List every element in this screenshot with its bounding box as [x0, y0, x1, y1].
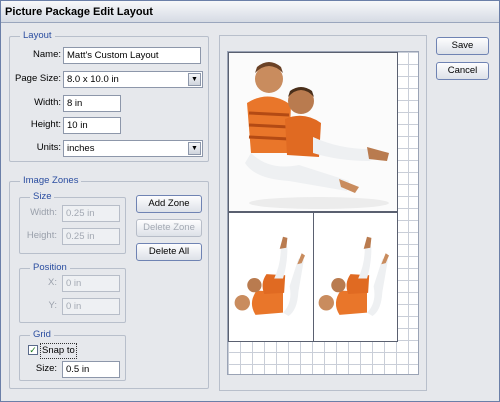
name-field[interactable]: Matt's Custom Layout	[63, 47, 201, 64]
cancel-button[interactable]: Cancel	[436, 62, 489, 80]
save-button[interactable]: Save	[436, 37, 489, 55]
children-photo-rotated	[314, 213, 397, 341]
snap-label[interactable]: Snap to	[40, 343, 77, 359]
zone-width-label: Width:	[30, 207, 57, 218]
zone-height-label: Height:	[26, 230, 57, 241]
x-label: X:	[48, 277, 57, 288]
height-field[interactable]: 10 in	[63, 117, 121, 134]
grid-size-label: Size:	[35, 363, 57, 374]
dialog-title: Picture Package Edit Layout	[1, 1, 499, 23]
image-zone-small-left[interactable]	[228, 212, 314, 342]
size-subgroup-label: Size	[30, 191, 55, 202]
delete-zone-button[interactable]: Delete Zone	[136, 219, 202, 237]
add-zone-button[interactable]: Add Zone	[136, 195, 202, 213]
units-select[interactable]: inches ▼	[63, 140, 203, 157]
page-size-value: 8.0 x 10.0 in	[67, 74, 119, 85]
children-photo-rotated	[229, 213, 313, 341]
layout-group-label: Layout	[20, 30, 55, 41]
chevron-down-icon[interactable]: ▼	[188, 73, 201, 86]
delete-all-button[interactable]: Delete All	[136, 243, 202, 261]
image-zones-group-label: Image Zones	[20, 175, 82, 186]
units-value: inches	[67, 143, 95, 154]
image-zone-small-right[interactable]	[313, 212, 398, 342]
page-size-label: Page Size:	[15, 73, 61, 84]
width-label: Width:	[34, 97, 61, 108]
units-label: Units:	[36, 142, 61, 153]
y-field[interactable]: 0 in	[62, 298, 120, 315]
grid-subgroup-label: Grid	[30, 329, 54, 340]
children-photo	[229, 53, 397, 211]
page-size-select[interactable]: 8.0 x 10.0 in ▼	[63, 71, 203, 88]
grid-size-field[interactable]: 0.5 in	[62, 361, 120, 378]
position-subgroup-label: Position	[30, 262, 70, 273]
layout-preview-sheet[interactable]	[227, 51, 419, 375]
height-label: Height:	[30, 119, 61, 130]
width-field[interactable]: 8 in	[63, 95, 121, 112]
zone-height-field[interactable]: 0.25 in	[62, 228, 120, 245]
image-zone-large[interactable]	[228, 52, 398, 212]
y-label: Y:	[48, 300, 57, 311]
chevron-down-icon[interactable]: ▼	[188, 142, 201, 155]
snap-checkbox[interactable]: ✓	[28, 345, 38, 355]
zone-width-field[interactable]: 0.25 in	[62, 205, 120, 222]
dialog-window: Picture Package Edit Layout Layout Name:…	[0, 0, 500, 402]
x-field[interactable]: 0 in	[62, 275, 120, 292]
name-label: Name:	[33, 49, 61, 60]
